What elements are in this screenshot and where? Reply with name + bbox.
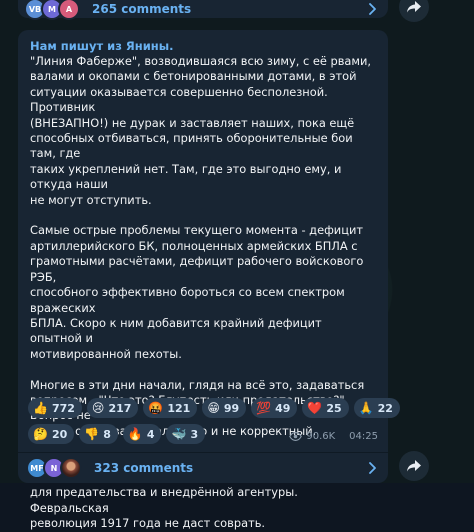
crying-face-icon: 😢 xyxy=(91,401,105,415)
reaction-whale[interactable]: 🐳 3 xyxy=(166,424,206,444)
view-count: 90.6K xyxy=(306,431,336,442)
commenter-avatars: MF N xyxy=(26,457,82,479)
reactions-row: 👍 772 😢 217 🤬 121 😁 99 💯 49 ❤️ 25 🙏 22 xyxy=(28,398,400,418)
pray-icon: 🙏 xyxy=(358,401,374,415)
avatar-photo xyxy=(60,457,82,479)
thumbs-up-icon: 👍 xyxy=(33,401,48,415)
heart-icon: ❤️ xyxy=(307,401,323,415)
share-button[interactable] xyxy=(399,451,429,481)
reaction-thumbs-down[interactable]: 👎 8 xyxy=(79,424,118,444)
chevron-right-icon xyxy=(369,3,376,15)
post-author: Нам пишут из Янины. xyxy=(30,39,174,53)
avatar: A xyxy=(58,0,80,20)
reactions-panel: 👍 772 😢 217 🤬 121 😁 99 💯 49 ❤️ 25 🙏 22 🤔 20 👎 8 🔥… xyxy=(28,398,400,450)
hundred-icon: 💯 xyxy=(256,401,272,415)
bottom-comments-bar[interactable]: MF N 323 comments xyxy=(18,452,388,483)
reaction-grin[interactable]: 😁 99 xyxy=(202,398,247,418)
thumbs-down-icon: 👎 xyxy=(84,427,100,441)
reaction-thinking[interactable]: 🤔 20 xyxy=(28,424,75,444)
reaction-pray[interactable]: 🙏 22 xyxy=(353,398,400,418)
reaction-hundred[interactable]: 💯 49 xyxy=(251,398,298,418)
chevron-right-icon xyxy=(369,462,376,474)
top-comments-bar[interactable]: VB M A 265 comments xyxy=(18,0,388,20)
message-bubble[interactable]: Нам пишут из Янины. "Линия Фаберже", воз… xyxy=(18,30,400,530)
reaction-fire[interactable]: 🔥 4 xyxy=(122,424,162,444)
grin-face-icon: 😁 xyxy=(207,401,220,415)
reaction-heart[interactable]: ❤️ 25 xyxy=(302,398,349,418)
thinking-face-icon: 🤔 xyxy=(33,427,48,441)
share-arrow-icon xyxy=(407,1,421,13)
message-time: 04:25 xyxy=(349,431,378,442)
angry-face-icon: 🤬 xyxy=(148,401,164,415)
commenter-avatars: VB M A xyxy=(24,0,80,20)
reaction-angry[interactable]: 🤬 121 xyxy=(143,398,198,418)
reaction-crying[interactable]: 😢 217 xyxy=(86,398,139,418)
reaction-thumbs-up[interactable]: 👍 772 xyxy=(28,398,82,418)
eye-icon xyxy=(289,432,303,441)
message-meta: 90.6K 04:25 xyxy=(289,431,378,442)
comments-count-label: 323 comments xyxy=(94,461,194,475)
comments-count-label: 265 comments xyxy=(92,2,192,16)
fire-icon: 🔥 xyxy=(127,427,143,441)
whale-icon: 🐳 xyxy=(171,427,187,441)
share-arrow-icon xyxy=(407,460,421,472)
